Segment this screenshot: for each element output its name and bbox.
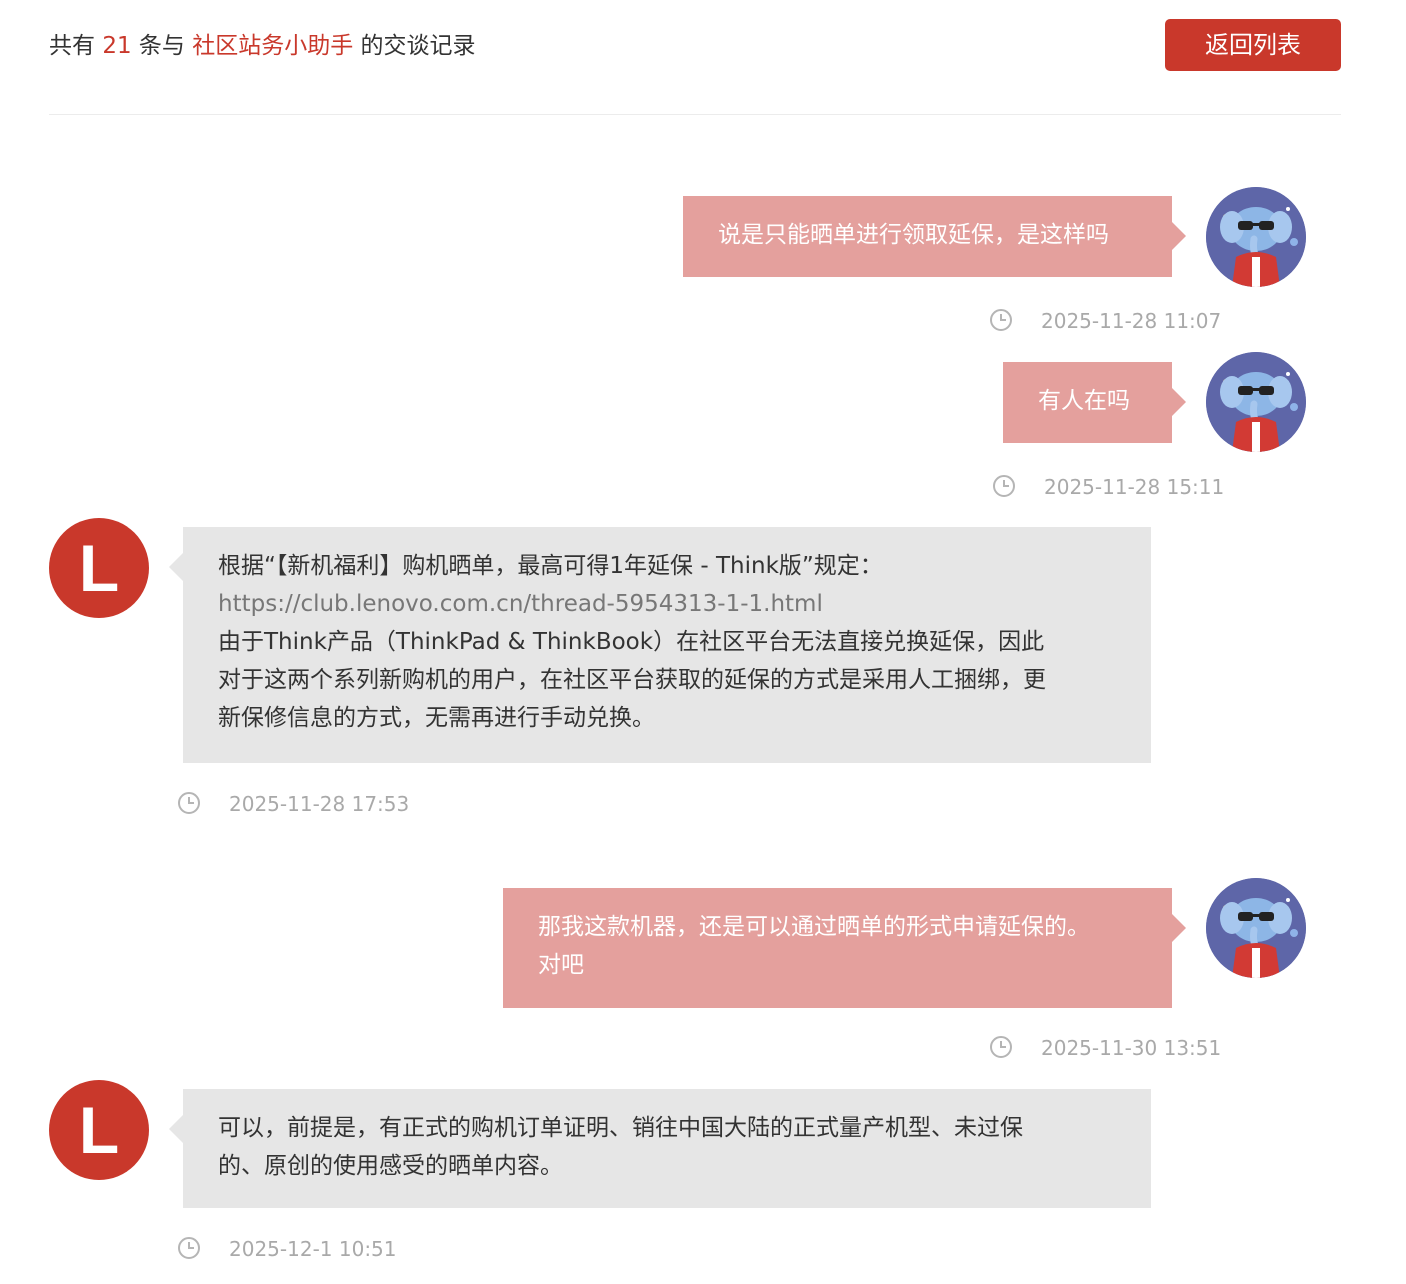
message-line: 有人在吗 [1038,388,1130,414]
message-timestamp: 2025-12-1 10:51 [229,1237,397,1261]
bot-avatar-letter: L [78,531,120,605]
message-count: 21 [102,33,132,59]
message-timestamp: 2025-11-28 15:11 [1044,475,1225,499]
message-line: 那我这款机器，还是可以通过晒单的形式申请延保的。 [538,914,1090,940]
clock-icon [990,309,1012,331]
bot-avatar[interactable]: L [49,518,149,618]
message-timestamp: 2025-11-28 11:07 [1041,309,1222,333]
elephant-avatar-icon [1206,187,1306,287]
summary-prefix: 共有 [49,33,95,59]
user-avatar[interactable] [1206,187,1306,287]
user-message-bubble: 有人在吗 [1003,362,1186,443]
message-line: 可以，前提是，有正式的购机订单证明、销往中国大陆的正式量产机型、未过保 [218,1115,1023,1141]
back-to-list-button[interactable]: 返回列表 [1165,19,1341,71]
user-avatar[interactable] [1206,878,1306,978]
page-header: 共有 21 条与 社区站务小助手 的交谈记录 返回列表 [49,0,1341,115]
message-timestamp: 2025-11-30 13:51 [1041,1036,1222,1060]
summary-middle: 条与 [138,33,185,59]
clock-icon [990,1036,1012,1058]
clock-icon [993,475,1015,497]
clock-icon [178,792,200,814]
message-line: 对吧 [538,952,584,978]
bot-message-bubble: 根据“【新机福利】购机晒单，最高可得1年延保 - Think版”规定： http… [169,527,1151,763]
contact-name-link[interactable]: 社区站务小助手 [192,33,353,59]
clock-icon [178,1237,200,1259]
user-avatar[interactable] [1206,352,1306,452]
elephant-avatar-icon [1206,878,1306,978]
message-line: 说是只能晒单进行领取延保，是这样吗 [718,222,1109,248]
message-line: 由于Think产品（ThinkPad & ThinkBook）在社区平台无法直接… [218,629,1045,655]
message-line: 根据“【新机福利】购机晒单，最高可得1年延保 - Think版”规定： [218,553,883,579]
bot-message-bubble: 可以，前提是，有正式的购机订单证明、销往中国大陆的正式量产机型、未过保 的、原创… [169,1089,1151,1208]
message-timestamp: 2025-11-28 17:53 [229,792,410,816]
conversation-summary: 共有 21 条与 社区站务小助手 的交谈记录 [49,30,476,62]
message-line: 的、原创的使用感受的晒单内容。 [218,1153,563,1179]
summary-suffix: 的交谈记录 [360,33,476,59]
message-line: 新保修信息的方式，无需再进行手动兑换。 [218,705,655,731]
bot-avatar-letter: L [78,1093,120,1167]
user-message-bubble: 那我这款机器，还是可以通过晒单的形式申请延保的。 对吧 [503,888,1186,1008]
user-message-bubble: 说是只能晒单进行领取延保，是这样吗 [683,196,1186,277]
thread-link[interactable]: https://club.lenovo.com.cn/thread-595431… [218,585,1116,623]
message-line: 对于这两个系列新购机的用户，在社区平台获取的延保的方式是采用人工捆绑，更 [218,667,1046,693]
bot-avatar[interactable]: L [49,1080,149,1180]
elephant-avatar-icon [1206,352,1306,452]
